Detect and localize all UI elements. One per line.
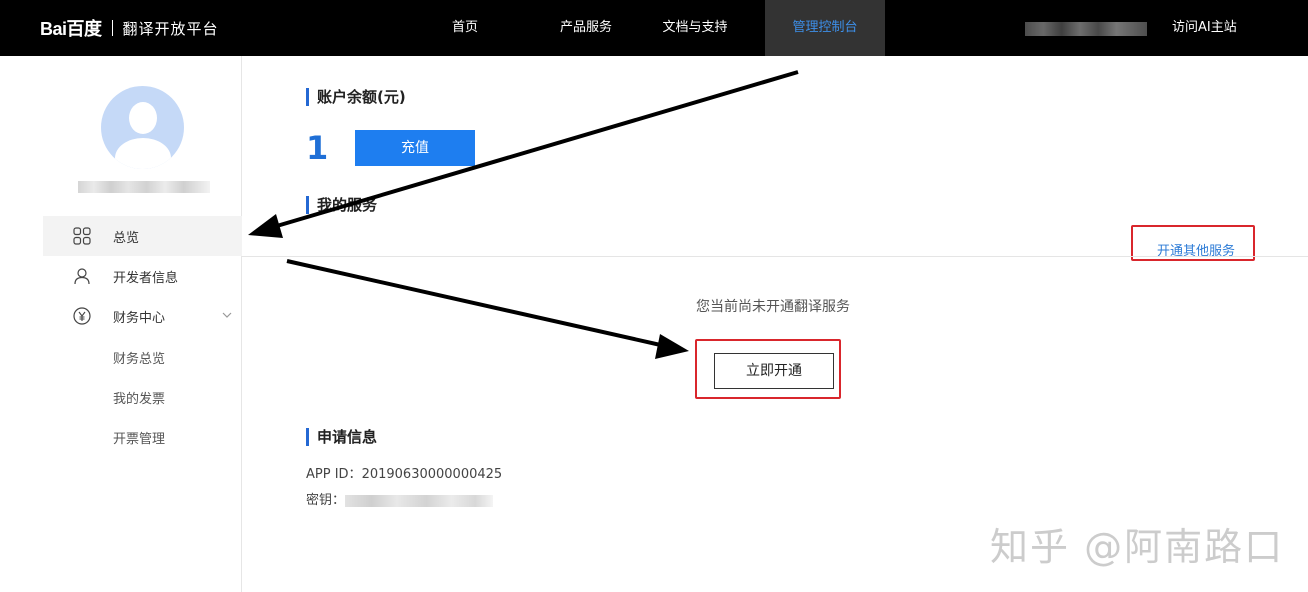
- sidebar-subitem-invoices[interactable]: 我的发票: [113, 388, 165, 407]
- platform-title: 翻译开放平台: [122, 19, 219, 38]
- secret-label: 密钥：: [306, 493, 346, 508]
- recharge-button[interactable]: 充值: [355, 130, 475, 166]
- sidebar-item-developer[interactable]: 开发者信息: [43, 256, 242, 296]
- app-id-row: APP ID：20190630000000425: [306, 463, 502, 482]
- sidebar-subitem-invoice-management[interactable]: 开票管理: [113, 428, 165, 447]
- baidu-logo[interactable]: Bai百度 翻译开放平台: [40, 16, 219, 40]
- user-icon: [74, 268, 90, 285]
- user-name-blurred: [78, 181, 210, 193]
- logo-separator: [111, 20, 113, 36]
- balance-value: 1: [306, 129, 329, 167]
- nav-docs[interactable]: 文档与支持: [645, 0, 745, 56]
- sidebar-item-overview[interactable]: 总览: [43, 216, 242, 256]
- secret-value-blurred: [345, 494, 494, 507]
- sidebar-item-label: 开发者信息: [113, 270, 179, 286]
- sidebar: 总览 开发者信息 财务中心 财务总览 我的发票 开票管理: [0, 56, 242, 592]
- divider: [242, 256, 1308, 257]
- services-title: 我的服务: [306, 196, 377, 214]
- no-service-message: 您当前尚未开通翻译服务: [696, 299, 850, 315]
- secret-row: 密钥：: [306, 489, 494, 508]
- nav-home[interactable]: 首页: [425, 0, 505, 56]
- avatar: [101, 86, 184, 169]
- sidebar-item-label: 总览: [113, 230, 140, 246]
- username-blurred[interactable]: [1025, 22, 1147, 36]
- sidebar-subitem-finance-overview[interactable]: 财务总览: [113, 348, 165, 367]
- apply-info-title: 申请信息: [306, 428, 377, 446]
- nav-console[interactable]: 管理控制台: [765, 0, 885, 56]
- top-navbar: Bai百度 翻译开放平台 首页 产品服务 文档与支持 管理控制台 访问AI主站: [0, 0, 1308, 56]
- app-id-label: APP ID：: [306, 467, 362, 482]
- balance-title: 账户余额(元): [306, 88, 406, 106]
- open-now-button[interactable]: 立即开通: [714, 353, 834, 389]
- visit-ai-link[interactable]: 访问AI主站: [1172, 0, 1237, 56]
- logo-wordmark: Bai百度: [40, 19, 102, 39]
- nav-products[interactable]: 产品服务: [547, 0, 625, 56]
- grid-icon: [73, 227, 91, 245]
- main-nav: 首页 产品服务 文档与支持 管理控制台: [425, 0, 885, 56]
- app-id-value: 20190630000000425: [361, 467, 503, 482]
- watermark: 知乎 @阿南路口: [990, 525, 1285, 569]
